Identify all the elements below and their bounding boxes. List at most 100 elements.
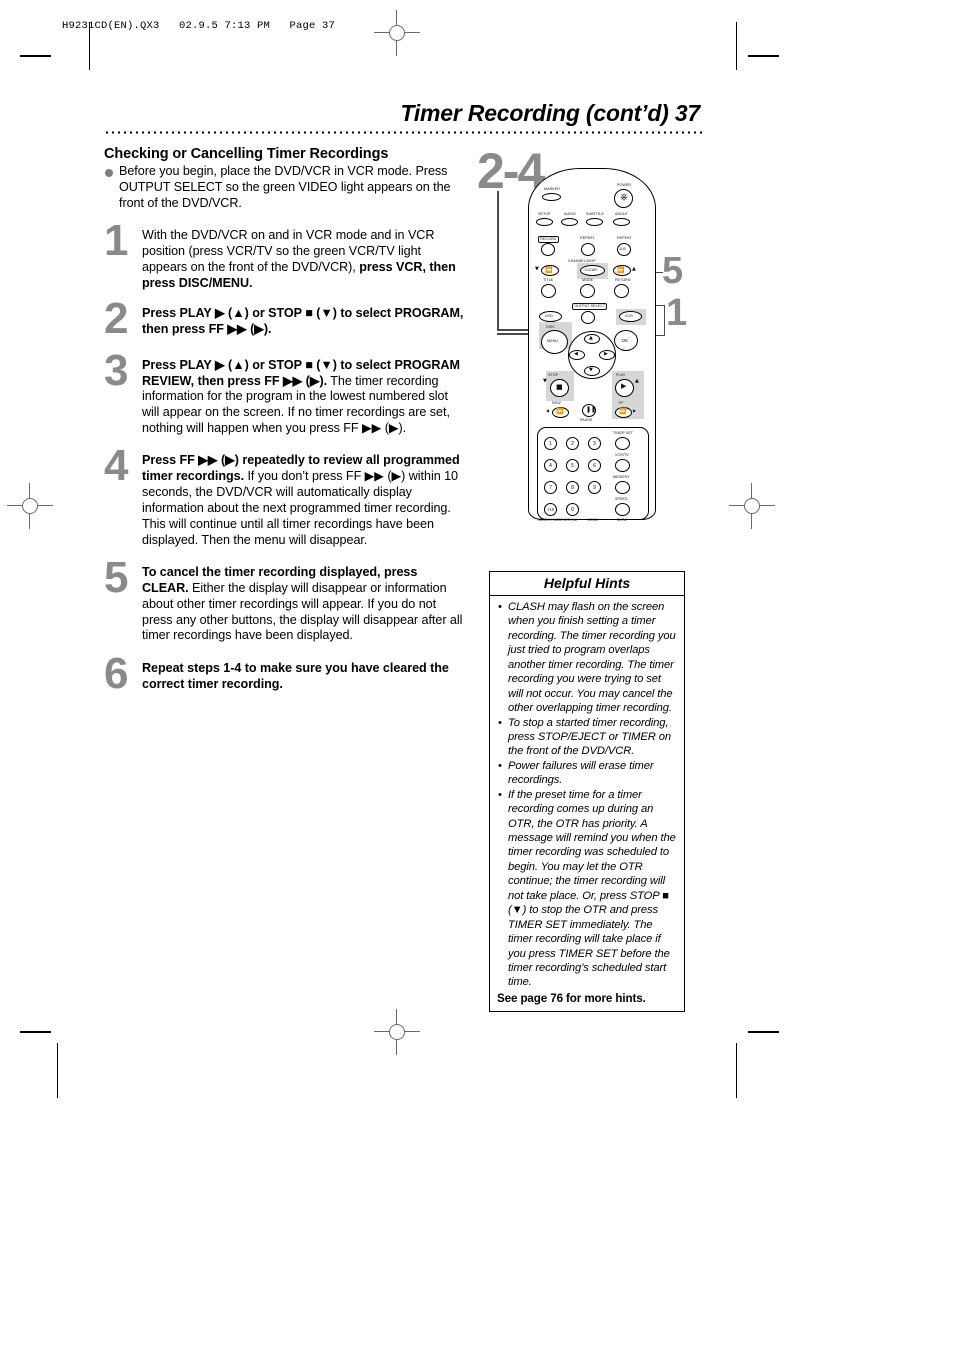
remote-label-power: POWER [617, 183, 632, 187]
hint-bullet-icon: • [498, 716, 502, 729]
remote-button-repeat[interactable] [581, 243, 595, 256]
step-2-bold: Press PLAY ▶ (▲) or STOP ■ (▼) to select… [142, 305, 464, 336]
hint-text-1: CLASH may flash on the screen when you f… [508, 601, 676, 715]
rew-frame-icon: ◀ [546, 408, 550, 413]
step-5: 5 To cancel the timer recording displaye… [104, 555, 466, 645]
remote-label-mode: MODE [582, 278, 594, 282]
remote-label-memory: MEMORY [613, 475, 630, 479]
remote-key-plus10[interactable]: +10 [544, 503, 557, 516]
remote-label-ff: FF [619, 401, 624, 405]
hint-bullet-icon: • [498, 601, 502, 613]
step-4-number: 4 [104, 441, 129, 491]
remote-label-return: RETURN [615, 278, 631, 282]
remote-key-8[interactable]: 8 [566, 481, 579, 494]
step-2-number: 2 [104, 293, 129, 343]
remote-label-dvd: DVD [545, 314, 553, 318]
page-title: Timer Recording (cont’d) 37 [400, 100, 700, 126]
remote-button-vcr-tv[interactable] [615, 459, 630, 472]
remote-key-9[interactable]: 9 [588, 481, 601, 494]
dpad-right-icon: ▶ [604, 351, 608, 357]
remote-label-repeat-ab-inner: A-B [619, 247, 626, 251]
hint-item-2: • To stop a started timer recording, pre… [497, 716, 677, 759]
remote-label-play: PLAY [616, 373, 626, 377]
remote-button-audio[interactable] [561, 218, 578, 226]
stop-icon: ■ [556, 383, 563, 391]
hint-bullet-icon: • [498, 788, 502, 801]
remote-label-marker: MARKER [544, 187, 560, 191]
remote-key-6[interactable]: 6 [588, 459, 601, 472]
hint-item-4: • If the preset time for a timer recordi… [497, 788, 677, 990]
step-3-body: Press PLAY ▶ (▲) or STOP ■ (▼) to select… [142, 358, 466, 438]
helpful-hints-title: Helpful Hints [490, 572, 684, 596]
remote-button-return[interactable] [614, 284, 629, 298]
remote-button-record[interactable] [541, 243, 555, 256]
remote-key-1[interactable]: 1 [544, 437, 557, 450]
ff-frame-icon: ▶ [633, 408, 637, 413]
remote-button-subtitle[interactable] [586, 218, 603, 226]
step-1-body: With the DVD/VCR on and in VCR mode and … [142, 228, 466, 292]
step-6-number: 6 [104, 649, 129, 699]
title-divider [104, 131, 704, 134]
remote-key-3[interactable]: 3 [588, 437, 601, 450]
step-6: 6 Repeat steps 1-4 to make sure you have… [104, 652, 466, 699]
leader-line-2-4-vertical [497, 191, 499, 330]
step-5-number: 5 [104, 552, 129, 602]
remote-label-menu: MENU [547, 339, 558, 343]
remote-label-slow: SLOW [617, 518, 627, 522]
remote-key-7[interactable]: 7 [544, 481, 557, 494]
channel-up-icon: ▲ [632, 266, 636, 272]
remote-label-speed: SPEED [615, 497, 628, 501]
remote-label-stop: STOP [548, 373, 559, 377]
remote-label-rew: REW [552, 401, 561, 405]
remote-key-4[interactable]: 4 [544, 459, 557, 472]
section-heading: Checking or Cancelling Timer Recordings [104, 146, 389, 162]
remote-label-vcr-tv: VCR/TV [615, 453, 629, 457]
step-2-body: Press PLAY ▶ (▲) or STOP ■ (▼) to select… [142, 306, 466, 338]
step-3-number: 3 [104, 345, 129, 395]
remote-label-channel-skip: CHANNEL/SKIP [568, 259, 596, 263]
hint-item-3: • Power failures will erase timer record… [497, 759, 677, 788]
step-5-body: To cancel the timer recording displayed,… [142, 565, 466, 645]
dpad-down-icon: ▼ [589, 367, 593, 373]
remote-label-title: TITLE [543, 278, 554, 282]
hint-text-3: Power failures will erase timer recordin… [508, 759, 654, 787]
hint-text-2: To stop a started timer recording, press… [508, 716, 671, 758]
step-4: 4 Press FF ▶▶ (▶) repeatedly to review a… [104, 444, 466, 549]
remote-button-mode[interactable] [580, 284, 595, 298]
remote-label-ok: OK [621, 338, 629, 343]
step-6-bold: Repeat steps 1-4 to make sure you have c… [142, 661, 449, 692]
remote-button-title[interactable] [541, 284, 556, 298]
play-up-arrow-icon: ▲ [635, 378, 639, 384]
section-intro: Before you begin, place the DVD/VCR in V… [104, 164, 466, 212]
remote-label-vcr: VCR [625, 314, 633, 318]
helpful-hints-box: Helpful Hints • CLASH may flash on the s… [489, 571, 685, 1012]
helpful-hints-body: • CLASH may flash on the screen when you… [490, 596, 684, 1011]
remote-control-diagram: MARKER POWER ⎈ SETUP AUDIO SUBTITLE ANGL… [520, 168, 666, 522]
bullet-dot-icon [105, 169, 113, 177]
remote-label-disc: DISC [546, 325, 555, 329]
step-5-text: Either the display will disappear or inf… [142, 580, 463, 643]
step-4-body: Press FF ▶▶ (▶) repeatedly to review all… [142, 453, 466, 549]
remote-button-speed[interactable] [615, 503, 630, 516]
remote-key-0[interactable]: 0 [566, 503, 579, 516]
remote-label-pause: PAUSE [580, 418, 593, 422]
remote-label-setup: SETUP [538, 212, 551, 216]
manual-page: Timer Recording (cont’d) 37 Checking or … [0, 0, 954, 1351]
remote-button-angle[interactable] [613, 218, 630, 226]
remote-button-output-select[interactable] [581, 311, 595, 324]
step-1-number: 1 [104, 215, 129, 265]
remote-key-5[interactable]: 5 [566, 459, 579, 472]
remote-button-setup[interactable] [536, 218, 553, 226]
remote-button-memory[interactable] [615, 481, 630, 494]
remote-button-timer-set[interactable] [615, 437, 630, 450]
stop-down-arrow-icon: ▼ [543, 378, 547, 384]
rewind-icon: ⏪ [556, 408, 564, 415]
fast-forward-icon: ⏩ [619, 408, 627, 415]
remote-label-angle: ANGLE [615, 212, 628, 216]
dpad-left-icon: ◀ [574, 351, 578, 357]
remote-label-output-select: OUTPUT SELECT [572, 303, 608, 310]
remote-button-marker[interactable] [542, 193, 561, 201]
remote-label-display: DISPLAY [564, 518, 578, 522]
instructions-column: Checking or Cancelling Timer Recordings … [104, 146, 466, 699]
remote-key-2[interactable]: 2 [566, 437, 579, 450]
